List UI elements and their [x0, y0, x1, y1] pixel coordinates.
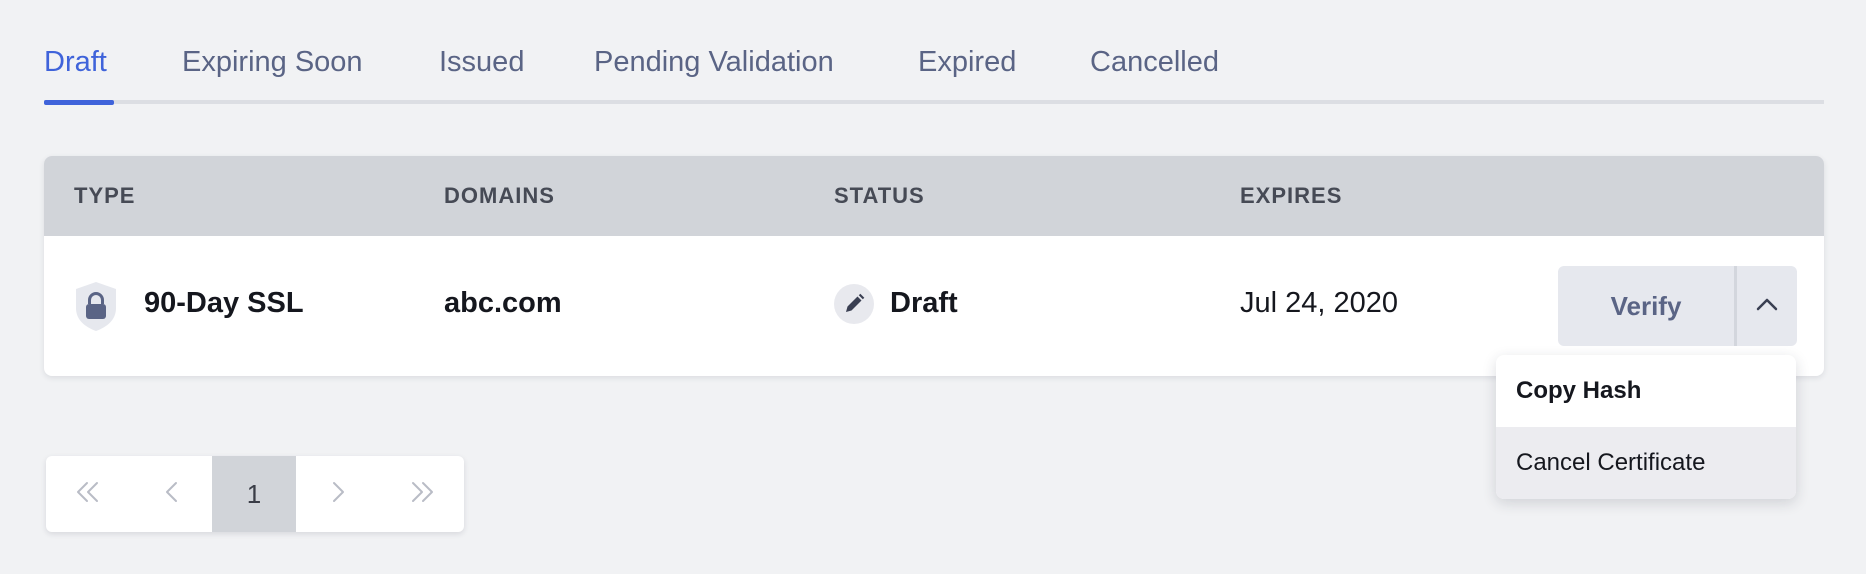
tabs-track: [44, 100, 1824, 104]
first-page-button[interactable]: [46, 456, 130, 532]
tab-draft[interactable]: Draft: [44, 42, 107, 82]
previous-page-button[interactable]: [130, 456, 214, 532]
tab-expired[interactable]: Expired: [918, 42, 1016, 82]
chevron-right-icon: [324, 478, 352, 511]
header-domains: DOMAINS: [444, 183, 555, 208]
tab-issued[interactable]: Issued: [439, 42, 524, 82]
verify-button[interactable]: Verify: [1558, 266, 1734, 346]
tab-expiring-soon[interactable]: Expiring Soon: [182, 42, 363, 82]
certificate-domain: abc.com: [444, 287, 562, 319]
certificate-status: Draft: [890, 287, 958, 319]
certificates-table: TYPE DOMAINS STATUS EXPIRES 90-Day SSL a…: [44, 156, 1824, 376]
tab-cancelled[interactable]: Cancelled: [1090, 42, 1219, 82]
cancel-certificate-menu-item[interactable]: Cancel Certificate: [1496, 427, 1796, 499]
header-expires: EXPIRES: [1240, 183, 1343, 208]
double-chevron-left-icon: [74, 478, 102, 511]
copy-hash-menu-item[interactable]: Copy Hash: [1496, 355, 1796, 427]
actions-dropdown-menu: Copy Hash Cancel Certificate: [1496, 355, 1796, 499]
next-page-button[interactable]: [296, 456, 380, 532]
tab-pending-validation[interactable]: Pending Validation: [594, 42, 834, 82]
certificate-type: 90-Day SSL: [144, 287, 304, 319]
lock-shield-icon: [74, 280, 118, 332]
actions-menu-toggle[interactable]: [1737, 266, 1797, 346]
certificates-page: Draft Expiring Soon Issued Pending Valid…: [0, 0, 1866, 574]
pencil-icon: [834, 284, 874, 324]
header-type: TYPE: [74, 183, 136, 208]
certificate-expires: Jul 24, 2020: [1240, 287, 1399, 319]
active-tab-indicator: [44, 100, 114, 105]
double-chevron-right-icon: [408, 478, 436, 511]
pagination: 1: [46, 456, 464, 532]
chevron-left-icon: [158, 478, 186, 511]
table-header: TYPE DOMAINS STATUS EXPIRES: [44, 156, 1824, 236]
page-number-current[interactable]: 1: [212, 456, 296, 532]
status-tabs: Draft Expiring Soon Issued Pending Valid…: [44, 0, 1824, 106]
header-status: STATUS: [834, 183, 925, 208]
last-page-button[interactable]: [380, 456, 464, 532]
chevron-up-icon: [1755, 296, 1779, 317]
